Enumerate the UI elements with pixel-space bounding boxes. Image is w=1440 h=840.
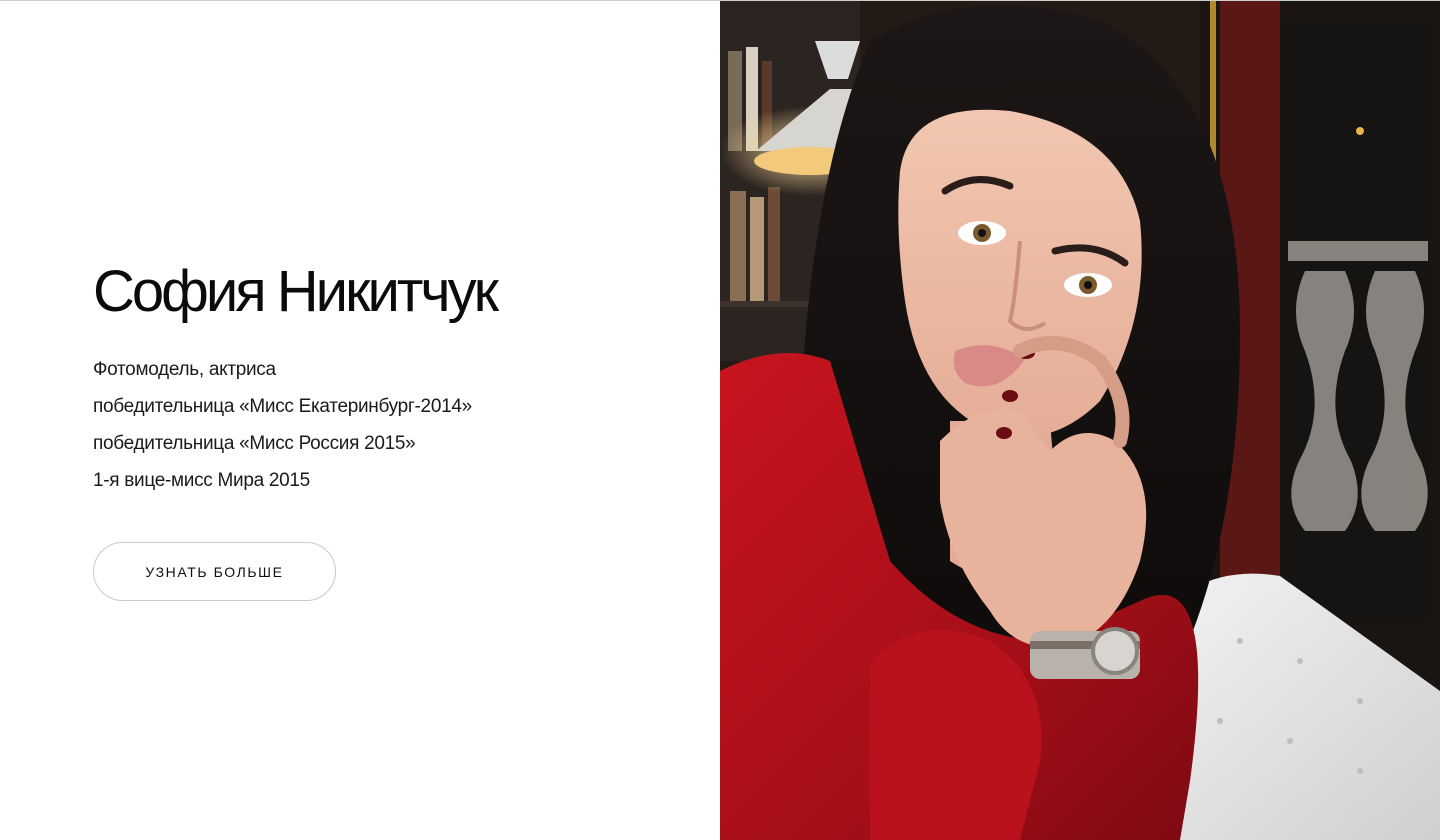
description-line: победительница «Мисс Россия 2015»	[93, 433, 416, 454]
learn-more-button[interactable]: УЗНАТЬ БОЛЬШЕ	[93, 542, 336, 601]
watch-face	[1091, 627, 1139, 675]
book	[750, 197, 764, 301]
left-pupil	[978, 229, 986, 237]
portrait-illustration	[720, 1, 1440, 840]
baluster-rail	[1288, 241, 1428, 261]
hero-photo	[720, 1, 1440, 840]
nail	[996, 427, 1012, 439]
hero-text-panel: София Никитчук Фотомодель, актриса побед…	[0, 1, 720, 840]
light-dot	[1356, 127, 1364, 135]
hero-content: София Никитчук Фотомодель, актриса побед…	[93, 256, 673, 601]
page: София Никитчук Фотомодель, актриса побед…	[0, 0, 1440, 840]
page-title: София Никитчук	[93, 259, 499, 324]
description-line: победительница «Мисс Екатеринбург-2014»	[93, 396, 472, 417]
wristwatch	[1030, 627, 1140, 679]
hero-description: Фотомодель, актриса победительница «Мисс…	[93, 351, 673, 499]
book	[768, 187, 780, 301]
description-line: 1-я вице-мисс Мира 2015	[93, 470, 310, 491]
right-pupil	[1084, 281, 1092, 289]
book	[730, 191, 746, 301]
nail	[1002, 390, 1018, 402]
description-line: Фотомодель, актриса	[93, 359, 276, 380]
